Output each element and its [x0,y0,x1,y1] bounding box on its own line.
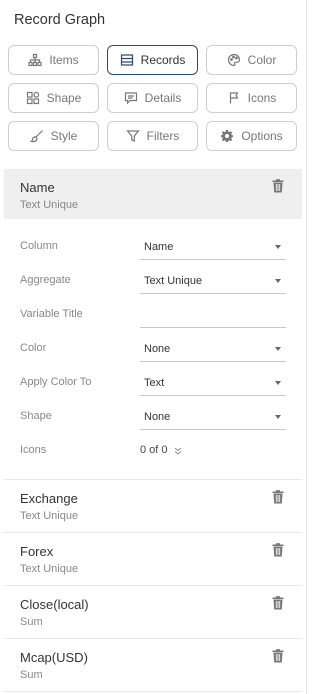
column-row: Column Name [20,236,286,260]
trash-icon[interactable] [272,649,284,663]
column-value: Name [144,241,174,253]
chevron-down-icon [275,415,281,419]
chevron-down-icon [275,347,281,351]
table-rows-icon [120,53,134,67]
color-value: None [144,343,171,355]
shapes-icon [26,91,40,105]
record-aggregate: Text Unique [20,563,79,575]
gear-icon [220,129,234,143]
trash-icon[interactable] [272,543,284,557]
record-graph-panel: Record Graph Items Records Color Shape D… [0,0,307,694]
chevron-down-icon [275,381,281,385]
brush-icon [29,129,44,143]
tab-label: Filters [146,129,180,143]
aggregate-label: Aggregate [20,274,71,286]
hierarchy-icon [28,53,42,67]
record-aggregate: Text Unique [20,510,79,522]
chevron-down-icon [275,279,281,283]
tab-label: Shape [46,91,82,105]
icons-count: 0 of 0 [140,444,168,456]
icons-row: Icons 0 of 0 [20,440,286,464]
record-settings: Column Name Aggregate Text Unique Variab… [4,219,302,479]
record-name: Mcap(USD) [20,650,88,665]
apply-color-select[interactable]: Text [140,372,286,396]
apply-color-label: Apply Color To [20,376,92,388]
tab-style[interactable]: Style [8,121,99,151]
tab-label: Icons [247,91,277,105]
shape-select[interactable]: None [140,406,286,430]
tab-details[interactable]: Details [107,83,198,113]
shape-row: Shape None [20,406,286,430]
tab-icons[interactable]: Icons [206,83,297,113]
aggregate-value: Text Unique [144,275,203,287]
aggregate-row: Aggregate Text Unique [20,270,286,294]
tab-records[interactable]: Records [107,45,198,75]
tab-shape[interactable]: Shape [8,83,99,113]
variable-title-input[interactable] [140,304,286,328]
tab-label: Options [241,129,283,143]
tab-label: Details [144,91,182,105]
record-name: Exchange [20,491,78,506]
variable-title-row: Variable Title [20,304,286,328]
tab-color[interactable]: Color [206,45,297,75]
list-item[interactable]: Exchange Text Unique [4,480,302,533]
variable-title-label: Variable Title [20,308,83,320]
panel-title: Record Graph [14,12,106,28]
column-label: Column [20,240,58,252]
record-aggregate: Text Unique [20,199,79,211]
apply-color-row: Apply Color To Text [20,372,286,396]
trash-icon[interactable] [272,179,284,193]
column-select[interactable]: Name [140,236,286,260]
record-aggregate: Sum [20,616,43,628]
list-item[interactable]: Mcap(USD) Sum [4,639,302,692]
chevron-down-icon [275,245,281,249]
tab-label: Records [140,53,186,67]
tab-label: Items [49,53,79,67]
record-name: Close(local) [20,597,89,612]
tab-filters[interactable]: Filters [107,121,198,151]
flag-icon [227,91,241,105]
color-select[interactable]: None [140,338,286,362]
tab-label: Style [50,129,78,143]
funnel-icon [125,129,140,143]
records-list: Name Text Unique Column Name Aggregate T… [4,169,302,692]
double-chevron-down-icon[interactable] [173,443,183,455]
tab-options[interactable]: Options [206,121,297,151]
list-item[interactable]: Forex Text Unique [4,533,302,586]
apply-color-value: Text [144,377,165,389]
shape-label: Shape [20,410,52,422]
record-name: Name [20,180,55,195]
palette-icon [227,53,241,67]
aggregate-select[interactable]: Text Unique [140,270,286,294]
icons-label: Icons [20,444,47,456]
tab-label: Color [247,53,277,67]
trash-icon[interactable] [272,596,284,610]
trash-icon[interactable] [272,490,284,504]
tab-items[interactable]: Items [8,45,99,75]
color-row: Color None [20,338,286,362]
color-label: Color [20,342,47,354]
shape-value: None [144,411,171,423]
record-aggregate: Sum [20,669,43,681]
record-name: Forex [20,544,54,559]
list-item[interactable]: Close(local) Sum [4,586,302,639]
comment-icon [124,91,138,105]
list-item[interactable]: Name Text Unique Column Name Aggregate T… [4,169,302,480]
